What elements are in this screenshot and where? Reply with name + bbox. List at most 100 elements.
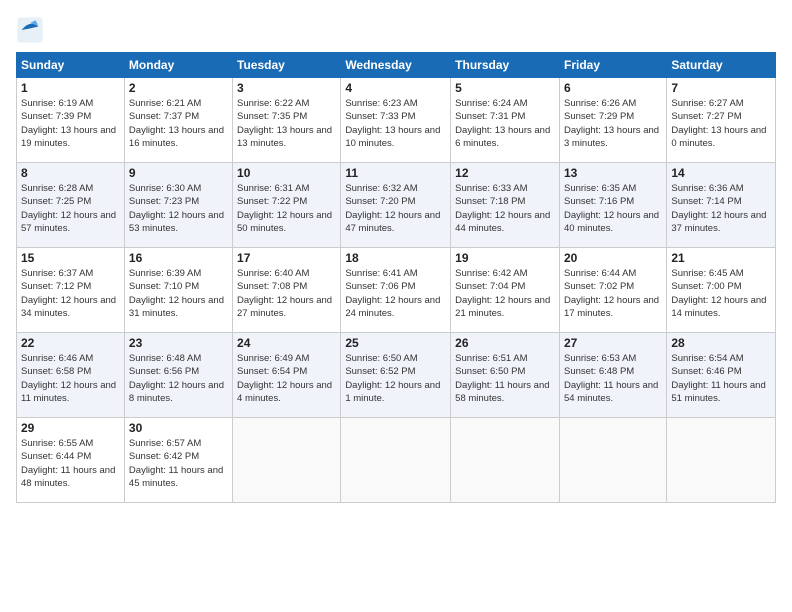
calendar-day-cell: 1 Sunrise: 6:19 AM Sunset: 7:39 PM Dayli… [17,78,125,163]
day-info: Sunrise: 6:28 AM Sunset: 7:25 PM Dayligh… [21,182,120,235]
day-info: Sunrise: 6:41 AM Sunset: 7:06 PM Dayligh… [345,267,446,320]
calendar-week-row: 29 Sunrise: 6:55 AM Sunset: 6:44 PM Dayl… [17,418,776,503]
day-number: 30 [129,421,228,435]
day-number: 7 [671,81,771,95]
sunrise-label: Sunrise: 6:28 AM [21,183,93,194]
daylight-label: Daylight: 13 hours and 16 minutes. [129,125,224,149]
day-info: Sunrise: 6:37 AM Sunset: 7:12 PM Dayligh… [21,267,120,320]
weekday-header-tuesday: Tuesday [233,53,341,78]
sunset-label: Sunset: 6:46 PM [671,366,741,377]
day-number: 12 [455,166,555,180]
calendar-day-cell: 7 Sunrise: 6:27 AM Sunset: 7:27 PM Dayli… [667,78,776,163]
sunset-label: Sunset: 7:37 PM [129,111,199,122]
day-info: Sunrise: 6:50 AM Sunset: 6:52 PM Dayligh… [345,352,446,405]
calendar-day-cell [233,418,341,503]
sunset-label: Sunset: 6:42 PM [129,451,199,462]
sunset-label: Sunset: 7:22 PM [237,196,307,207]
daylight-label: Daylight: 11 hours and 45 minutes. [129,465,223,489]
calendar-day-cell: 18 Sunrise: 6:41 AM Sunset: 7:06 PM Dayl… [341,248,451,333]
weekday-header-monday: Monday [124,53,232,78]
day-number: 15 [21,251,120,265]
sunset-label: Sunset: 6:54 PM [237,366,307,377]
daylight-label: Daylight: 13 hours and 0 minutes. [671,125,766,149]
sunset-label: Sunset: 6:44 PM [21,451,91,462]
sunset-label: Sunset: 7:16 PM [564,196,634,207]
daylight-label: Daylight: 12 hours and 27 minutes. [237,295,332,319]
day-number: 26 [455,336,555,350]
day-number: 25 [345,336,446,350]
daylight-label: Daylight: 13 hours and 10 minutes. [345,125,440,149]
sunset-label: Sunset: 7:33 PM [345,111,415,122]
day-number: 10 [237,166,336,180]
sunset-label: Sunset: 7:14 PM [671,196,741,207]
calendar-day-cell: 25 Sunrise: 6:50 AM Sunset: 6:52 PM Dayl… [341,333,451,418]
day-number: 24 [237,336,336,350]
sunrise-label: Sunrise: 6:33 AM [455,183,527,194]
sunrise-label: Sunrise: 6:31 AM [237,183,309,194]
daylight-label: Daylight: 11 hours and 51 minutes. [671,380,765,404]
sunset-label: Sunset: 7:27 PM [671,111,741,122]
daylight-label: Daylight: 12 hours and 34 minutes. [21,295,116,319]
daylight-label: Daylight: 12 hours and 31 minutes. [129,295,224,319]
daylight-label: Daylight: 12 hours and 8 minutes. [129,380,224,404]
calendar-day-cell: 27 Sunrise: 6:53 AM Sunset: 6:48 PM Dayl… [559,333,666,418]
calendar-day-cell: 16 Sunrise: 6:39 AM Sunset: 7:10 PM Dayl… [124,248,232,333]
calendar-day-cell [451,418,560,503]
day-info: Sunrise: 6:27 AM Sunset: 7:27 PM Dayligh… [671,97,771,150]
daylight-label: Daylight: 12 hours and 53 minutes. [129,210,224,234]
day-number: 23 [129,336,228,350]
day-number: 5 [455,81,555,95]
daylight-label: Daylight: 12 hours and 37 minutes. [671,210,766,234]
sunrise-label: Sunrise: 6:39 AM [129,268,201,279]
day-info: Sunrise: 6:54 AM Sunset: 6:46 PM Dayligh… [671,352,771,405]
calendar-day-cell: 17 Sunrise: 6:40 AM Sunset: 7:08 PM Dayl… [233,248,341,333]
day-number: 8 [21,166,120,180]
day-info: Sunrise: 6:39 AM Sunset: 7:10 PM Dayligh… [129,267,228,320]
sunrise-label: Sunrise: 6:55 AM [21,438,93,449]
sunrise-label: Sunrise: 6:27 AM [671,98,743,109]
daylight-label: Daylight: 12 hours and 11 minutes. [21,380,116,404]
daylight-label: Daylight: 12 hours and 14 minutes. [671,295,766,319]
sunrise-label: Sunrise: 6:30 AM [129,183,201,194]
daylight-label: Daylight: 11 hours and 58 minutes. [455,380,549,404]
day-info: Sunrise: 6:46 AM Sunset: 6:58 PM Dayligh… [21,352,120,405]
day-info: Sunrise: 6:55 AM Sunset: 6:44 PM Dayligh… [21,437,120,490]
day-info: Sunrise: 6:32 AM Sunset: 7:20 PM Dayligh… [345,182,446,235]
weekday-header-saturday: Saturday [667,53,776,78]
day-info: Sunrise: 6:51 AM Sunset: 6:50 PM Dayligh… [455,352,555,405]
day-info: Sunrise: 6:53 AM Sunset: 6:48 PM Dayligh… [564,352,662,405]
day-info: Sunrise: 6:21 AM Sunset: 7:37 PM Dayligh… [129,97,228,150]
calendar-day-cell: 21 Sunrise: 6:45 AM Sunset: 7:00 PM Dayl… [667,248,776,333]
weekday-header-sunday: Sunday [17,53,125,78]
sunset-label: Sunset: 7:35 PM [237,111,307,122]
day-number: 1 [21,81,120,95]
day-number: 17 [237,251,336,265]
day-info: Sunrise: 6:48 AM Sunset: 6:56 PM Dayligh… [129,352,228,405]
sunset-label: Sunset: 6:48 PM [564,366,634,377]
calendar-day-cell [341,418,451,503]
sunset-label: Sunset: 7:02 PM [564,281,634,292]
day-number: 13 [564,166,662,180]
day-number: 18 [345,251,446,265]
day-number: 2 [129,81,228,95]
day-number: 19 [455,251,555,265]
daylight-label: Daylight: 13 hours and 6 minutes. [455,125,550,149]
sunrise-label: Sunrise: 6:22 AM [237,98,309,109]
day-info: Sunrise: 6:23 AM Sunset: 7:33 PM Dayligh… [345,97,446,150]
calendar-day-cell: 3 Sunrise: 6:22 AM Sunset: 7:35 PM Dayli… [233,78,341,163]
daylight-label: Daylight: 13 hours and 19 minutes. [21,125,116,149]
calendar-day-cell: 24 Sunrise: 6:49 AM Sunset: 6:54 PM Dayl… [233,333,341,418]
day-info: Sunrise: 6:49 AM Sunset: 6:54 PM Dayligh… [237,352,336,405]
sunset-label: Sunset: 7:31 PM [455,111,525,122]
day-info: Sunrise: 6:44 AM Sunset: 7:02 PM Dayligh… [564,267,662,320]
day-info: Sunrise: 6:19 AM Sunset: 7:39 PM Dayligh… [21,97,120,150]
calendar-day-cell: 5 Sunrise: 6:24 AM Sunset: 7:31 PM Dayli… [451,78,560,163]
day-number: 28 [671,336,771,350]
sunset-label: Sunset: 7:12 PM [21,281,91,292]
day-info: Sunrise: 6:36 AM Sunset: 7:14 PM Dayligh… [671,182,771,235]
sunset-label: Sunset: 7:23 PM [129,196,199,207]
calendar-day-cell [559,418,666,503]
sunset-label: Sunset: 7:18 PM [455,196,525,207]
calendar-day-cell: 10 Sunrise: 6:31 AM Sunset: 7:22 PM Dayl… [233,163,341,248]
sunset-label: Sunset: 6:50 PM [455,366,525,377]
